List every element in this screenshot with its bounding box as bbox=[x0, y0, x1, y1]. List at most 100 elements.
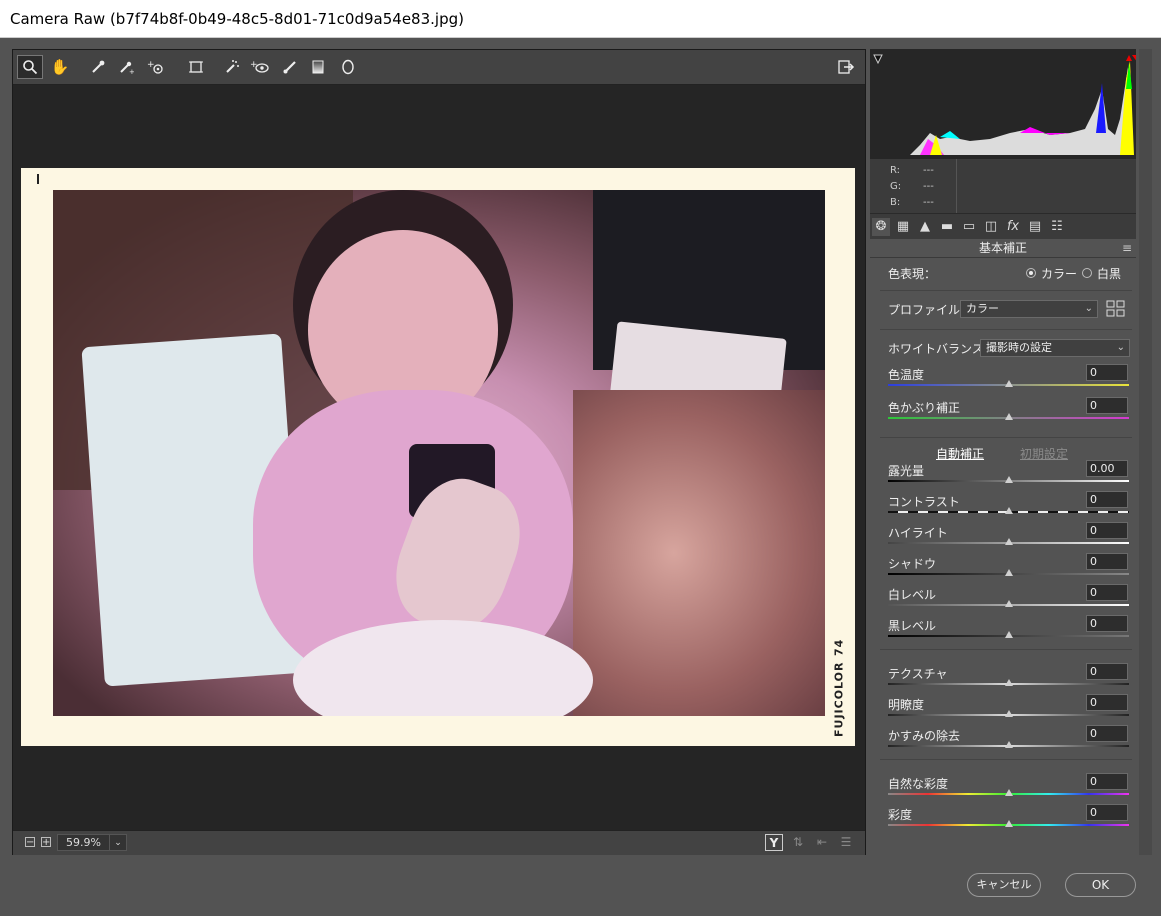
blacks-value-field[interactable]: 0 bbox=[1086, 615, 1128, 632]
vibrance-value-field[interactable]: 0 bbox=[1086, 773, 1128, 790]
graduated-filter-tool[interactable] bbox=[305, 55, 331, 79]
profile-select[interactable]: カラー ⌄ bbox=[960, 300, 1098, 318]
toggle-settings-icon[interactable]: ☰ bbox=[837, 834, 855, 851]
zoom-in-button[interactable]: + bbox=[41, 837, 51, 848]
auto-button[interactable]: 自動補正 bbox=[936, 445, 984, 462]
tab-calibration[interactable]: ▤ bbox=[1026, 218, 1044, 236]
section-title: 基本補正 ≡ bbox=[870, 239, 1136, 258]
tint-value-field[interactable]: 0 bbox=[1086, 397, 1128, 414]
transform-tool[interactable] bbox=[183, 55, 209, 79]
clarity-slider-thumb[interactable] bbox=[1004, 710, 1013, 717]
zoom-out-button[interactable]: − bbox=[25, 837, 35, 848]
treatment-bw-radio[interactable] bbox=[1082, 268, 1092, 278]
aperture-icon: ❂ bbox=[875, 219, 887, 234]
white-balance-tool[interactable] bbox=[85, 55, 111, 79]
profile-browser-icon[interactable] bbox=[1106, 300, 1126, 318]
hand-tool[interactable]: ✋ bbox=[47, 55, 73, 79]
vibrance-label: 自然な彩度 bbox=[888, 777, 949, 791]
clarity-value-field[interactable]: 0 bbox=[1086, 694, 1128, 711]
fx-icon: fx bbox=[1006, 219, 1020, 234]
contrast-value-field[interactable]: 0 bbox=[1086, 491, 1128, 508]
saturation-slider-thumb[interactable] bbox=[1004, 820, 1013, 827]
copy-settings-icon[interactable]: ⇤ bbox=[813, 834, 831, 851]
panel-scrollbar[interactable] bbox=[1139, 49, 1152, 855]
highlights-slider-thumb[interactable] bbox=[1004, 538, 1013, 545]
spot-removal-icon bbox=[226, 60, 239, 73]
whites-value-field[interactable]: 0 bbox=[1086, 584, 1128, 601]
tab-effects[interactable]: fx bbox=[1004, 218, 1022, 236]
treatment-color-label: カラー bbox=[1041, 267, 1078, 281]
color-sampler-icon: + bbox=[120, 61, 134, 75]
film-icon: ▤ bbox=[1028, 219, 1042, 234]
blacks-label: 黒レベル bbox=[888, 619, 937, 633]
texture-slider-thumb[interactable] bbox=[1004, 679, 1013, 686]
contrast-label: コントラスト bbox=[888, 495, 960, 509]
hand-icon: ✋ bbox=[50, 58, 70, 76]
zoom-tool[interactable] bbox=[17, 55, 43, 79]
color-sampler-tool[interactable]: + bbox=[113, 55, 139, 79]
texture-value-field[interactable]: 0 bbox=[1086, 663, 1128, 680]
tab-detail[interactable]: ▲ bbox=[916, 218, 934, 236]
exposure-value-field[interactable]: 0.00 bbox=[1086, 460, 1128, 477]
tab-tone-curve[interactable]: ▦ bbox=[894, 218, 912, 236]
cancel-button[interactable]: キャンセル bbox=[967, 873, 1041, 897]
highlight-clipping-icon[interactable] bbox=[1126, 55, 1132, 61]
lens-icon: ◫ bbox=[984, 219, 998, 234]
export-icon bbox=[838, 60, 855, 74]
tab-lens[interactable]: ◫ bbox=[982, 218, 1000, 236]
dehaze-slider-thumb[interactable] bbox=[1004, 741, 1013, 748]
contrast-slider-thumb[interactable] bbox=[1004, 507, 1013, 514]
default-button[interactable]: 初期設定 bbox=[1020, 445, 1068, 462]
adjustment-brush-tool[interactable] bbox=[277, 55, 303, 79]
temperature-value-field[interactable]: 0 bbox=[1086, 364, 1128, 381]
split-toning-icon: ▭ bbox=[962, 219, 976, 234]
rgb-readout: R: --- G: --- B: --- bbox=[870, 159, 1136, 213]
shadows-value-field[interactable]: 0 bbox=[1086, 553, 1128, 570]
graduated-filter-icon bbox=[312, 60, 324, 74]
shadow-clipping-icon[interactable] bbox=[873, 54, 883, 65]
saturation-label: 彩度 bbox=[888, 808, 913, 822]
swap-before-after-icon[interactable]: ⇅ bbox=[789, 834, 807, 851]
panel-menu-icon[interactable]: ≡ bbox=[1122, 241, 1132, 255]
image-preview[interactable]: FUJICOLOR 74 bbox=[21, 168, 855, 746]
highlights-value-field[interactable]: 0 bbox=[1086, 522, 1128, 539]
preview-area: ✋ + + + FUJICOLOR 74 − + 59.9% ⌄ Y ⇅ ⇤ ☰ bbox=[12, 49, 866, 855]
red-eye-tool[interactable]: + bbox=[247, 55, 273, 79]
exposure-slider-thumb[interactable] bbox=[1004, 476, 1013, 483]
tool-bar: ✋ + + + bbox=[13, 50, 865, 85]
radial-filter-tool[interactable] bbox=[335, 55, 361, 79]
zoom-level-select[interactable]: 59.9% ⌄ bbox=[57, 834, 127, 851]
whites-slider-thumb[interactable] bbox=[1004, 600, 1013, 607]
tab-hsl[interactable]: ▬ bbox=[938, 218, 956, 236]
dehaze-value-field[interactable]: 0 bbox=[1086, 725, 1128, 742]
eyedropper-icon bbox=[92, 60, 105, 73]
preview-status-bar: − + 59.9% ⌄ Y ⇅ ⇤ ☰ bbox=[13, 830, 865, 855]
temperature-slider-thumb[interactable] bbox=[1004, 380, 1013, 387]
tab-presets[interactable]: ☷ bbox=[1048, 218, 1066, 236]
spot-removal-tool[interactable] bbox=[219, 55, 245, 79]
film-edge-mark bbox=[37, 174, 39, 184]
tint-slider-thumb[interactable] bbox=[1004, 413, 1013, 420]
mountain-icon: ▲ bbox=[920, 219, 930, 234]
panel-tabs: ❂ ▦ ▲ ▬ ▭ ◫ fx ▤ ☷ bbox=[870, 213, 1136, 240]
targeted-adjustment-tool[interactable]: + bbox=[143, 55, 169, 79]
red-eye-icon: + bbox=[250, 60, 269, 73]
ok-button[interactable]: OK bbox=[1065, 873, 1136, 897]
treatment-label: 色表現： bbox=[888, 267, 937, 281]
blacks-slider-thumb[interactable] bbox=[1004, 631, 1013, 638]
brush-icon bbox=[283, 61, 296, 74]
vibrance-slider-thumb[interactable] bbox=[1004, 789, 1013, 796]
tab-basic[interactable]: ❂ bbox=[872, 218, 890, 236]
white-balance-select[interactable]: 撮影時の設定 ⌄ bbox=[980, 339, 1130, 357]
saturation-value-field[interactable]: 0 bbox=[1086, 804, 1128, 821]
shadows-slider-thumb[interactable] bbox=[1004, 569, 1013, 576]
tab-split-toning[interactable]: ▭ bbox=[960, 218, 978, 236]
svg-text:+: + bbox=[129, 68, 134, 75]
shadows-label: シャドウ bbox=[888, 557, 937, 571]
open-preferences-button[interactable] bbox=[833, 55, 859, 79]
treatment-color-radio[interactable] bbox=[1026, 268, 1036, 278]
hsl-icon: ▬ bbox=[940, 219, 954, 234]
treatment-bw-label: 白黒 bbox=[1097, 267, 1122, 281]
before-after-button[interactable]: Y bbox=[765, 834, 783, 851]
chevron-down-icon: ⌄ bbox=[109, 835, 126, 850]
